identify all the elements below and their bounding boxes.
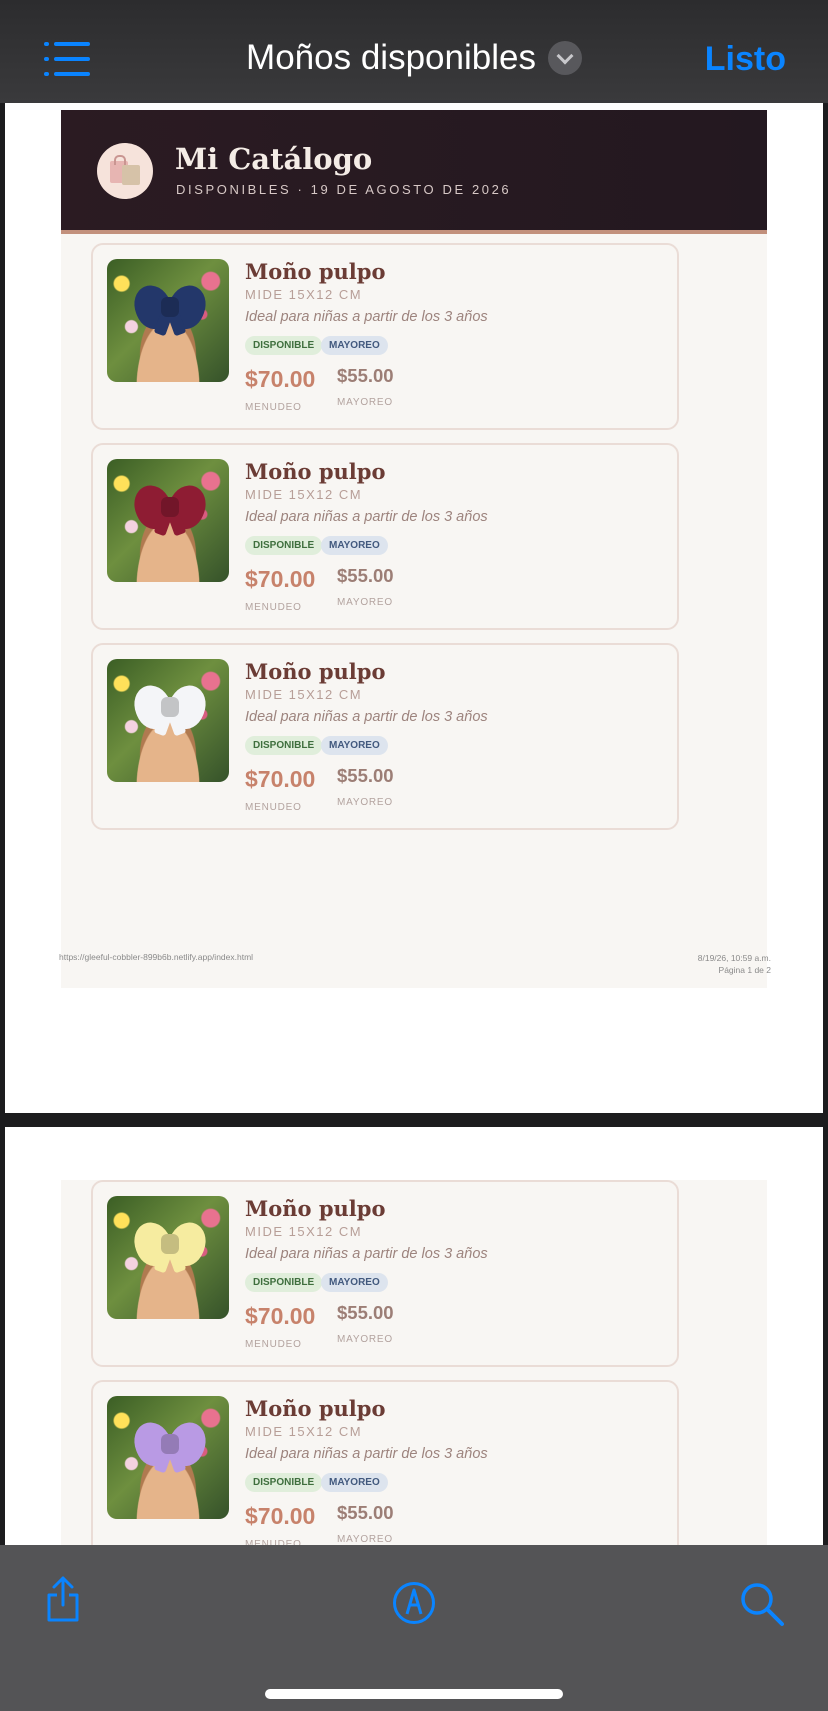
retail-price: $70.00 <box>245 1503 316 1529</box>
product-description: Ideal para niñas a partir de los 3 años <box>245 1246 488 1262</box>
available-badge: DISPONIBLE <box>245 336 323 355</box>
product-card[interactable]: Moño pulpo MIDE 15X12 CM Ideal para niña… <box>91 1380 679 1567</box>
retail-label: MENUDEO <box>245 602 302 613</box>
product-photo <box>107 259 229 382</box>
markup-icon[interactable] <box>392 1581 436 1625</box>
product-description: Ideal para niñas a partir de los 3 años <box>245 709 488 725</box>
product-name: Moño pulpo <box>245 459 386 484</box>
available-badge: DISPONIBLE <box>245 1273 323 1292</box>
retail-price: $70.00 <box>245 1303 316 1329</box>
footer-date: 8/19/26, 10:59 a.m. <box>697 953 771 963</box>
product-card[interactable]: Moño pulpo MIDE 15X12 CM Ideal para niña… <box>91 243 679 430</box>
product-card[interactable]: Moño pulpo MIDE 15X12 CM Ideal para niña… <box>91 443 679 630</box>
product-card[interactable]: Moño pulpo MIDE 15X12 CM Ideal para niña… <box>91 643 679 830</box>
wholesale-badge: MAYOREO <box>321 336 388 355</box>
home-indicator[interactable] <box>265 1689 563 1699</box>
product-name: Moño pulpo <box>245 1196 386 1221</box>
product-name: Moño pulpo <box>245 259 386 284</box>
done-button[interactable]: Listo <box>705 40 786 79</box>
product-photo <box>107 459 229 582</box>
available-badge: DISPONIBLE <box>245 536 323 555</box>
product-name: Moño pulpo <box>245 1396 386 1421</box>
wholesale-label: MAYOREO <box>337 1334 393 1345</box>
footer-page-number: Página 1 de 2 <box>718 965 771 975</box>
product-description: Ideal para niñas a partir de los 3 años <box>245 1446 488 1462</box>
footer-url: https://gleeful-cobbler-899b6b.netlify.a… <box>59 952 254 962</box>
product-size: MIDE 15X12 CM <box>245 287 363 302</box>
product-description: Ideal para niñas a partir de los 3 años <box>245 509 488 525</box>
retail-price: $70.00 <box>245 366 316 392</box>
wholesale-price: $55.00 <box>337 1302 394 1323</box>
product-card[interactable]: Moño pulpo MIDE 15X12 CM Ideal para niña… <box>91 1180 679 1367</box>
document-title[interactable]: Moños disponibles <box>246 38 536 78</box>
wholesale-label: MAYOREO <box>337 597 393 608</box>
product-size: MIDE 15X12 CM <box>245 487 363 502</box>
wholesale-badge: MAYOREO <box>321 736 388 755</box>
product-name: Moño pulpo <box>245 659 386 684</box>
retail-price: $70.00 <box>245 566 316 592</box>
search-icon[interactable] <box>739 1581 785 1627</box>
catalog-body: Mi Catálogo DISPONIBLES · 19 DE AGOSTO D… <box>61 110 767 988</box>
wholesale-price: $55.00 <box>337 1502 394 1523</box>
bottom-toolbar <box>0 1545 828 1711</box>
product-photo <box>107 659 229 782</box>
retail-label: MENUDEO <box>245 402 302 413</box>
footer-datetime: 8/19/26, 10:59 a.m. Página 1 de 2 <box>698 952 771 976</box>
share-icon[interactable] <box>44 1575 82 1623</box>
wholesale-price: $55.00 <box>337 765 394 786</box>
wholesale-badge: MAYOREO <box>321 1273 388 1292</box>
retail-price: $70.00 <box>245 766 316 792</box>
retail-label: MENUDEO <box>245 1339 302 1350</box>
wholesale-price: $55.00 <box>337 365 394 386</box>
nav-bar: Moños disponibles Listo <box>0 0 828 103</box>
catalog-header: Mi Catálogo DISPONIBLES · 19 DE AGOSTO D… <box>61 110 767 234</box>
product-size: MIDE 15X12 CM <box>245 1424 363 1439</box>
available-badge: DISPONIBLE <box>245 1473 323 1492</box>
catalog-body: Moño pulpo MIDE 15X12 CM Ideal para niña… <box>61 1180 767 1587</box>
retail-label: MENUDEO <box>245 802 302 813</box>
wholesale-badge: MAYOREO <box>321 1473 388 1492</box>
wholesale-label: MAYOREO <box>337 797 393 808</box>
catalog-subtitle: DISPONIBLES · 19 DE AGOSTO DE 2026 <box>176 182 512 197</box>
shopping-bag-logo-icon <box>97 143 153 199</box>
product-size: MIDE 15X12 CM <box>245 1224 363 1239</box>
catalog-title: Mi Catálogo <box>175 142 373 176</box>
product-size: MIDE 15X12 CM <box>245 687 363 702</box>
wholesale-badge: MAYOREO <box>321 536 388 555</box>
pdf-page-1: Mi Catálogo DISPONIBLES · 19 DE AGOSTO D… <box>5 103 823 1113</box>
product-photo <box>107 1196 229 1319</box>
available-badge: DISPONIBLE <box>245 736 323 755</box>
chevron-down-icon[interactable] <box>547 41 582 75</box>
wholesale-label: MAYOREO <box>337 397 393 408</box>
pdf-page-2: Moño pulpo MIDE 15X12 CM Ideal para niña… <box>5 1127 823 1587</box>
product-photo <box>107 1396 229 1519</box>
wholesale-price: $55.00 <box>337 565 394 586</box>
product-description: Ideal para niñas a partir de los 3 años <box>245 309 488 325</box>
wholesale-label: MAYOREO <box>337 1534 393 1545</box>
